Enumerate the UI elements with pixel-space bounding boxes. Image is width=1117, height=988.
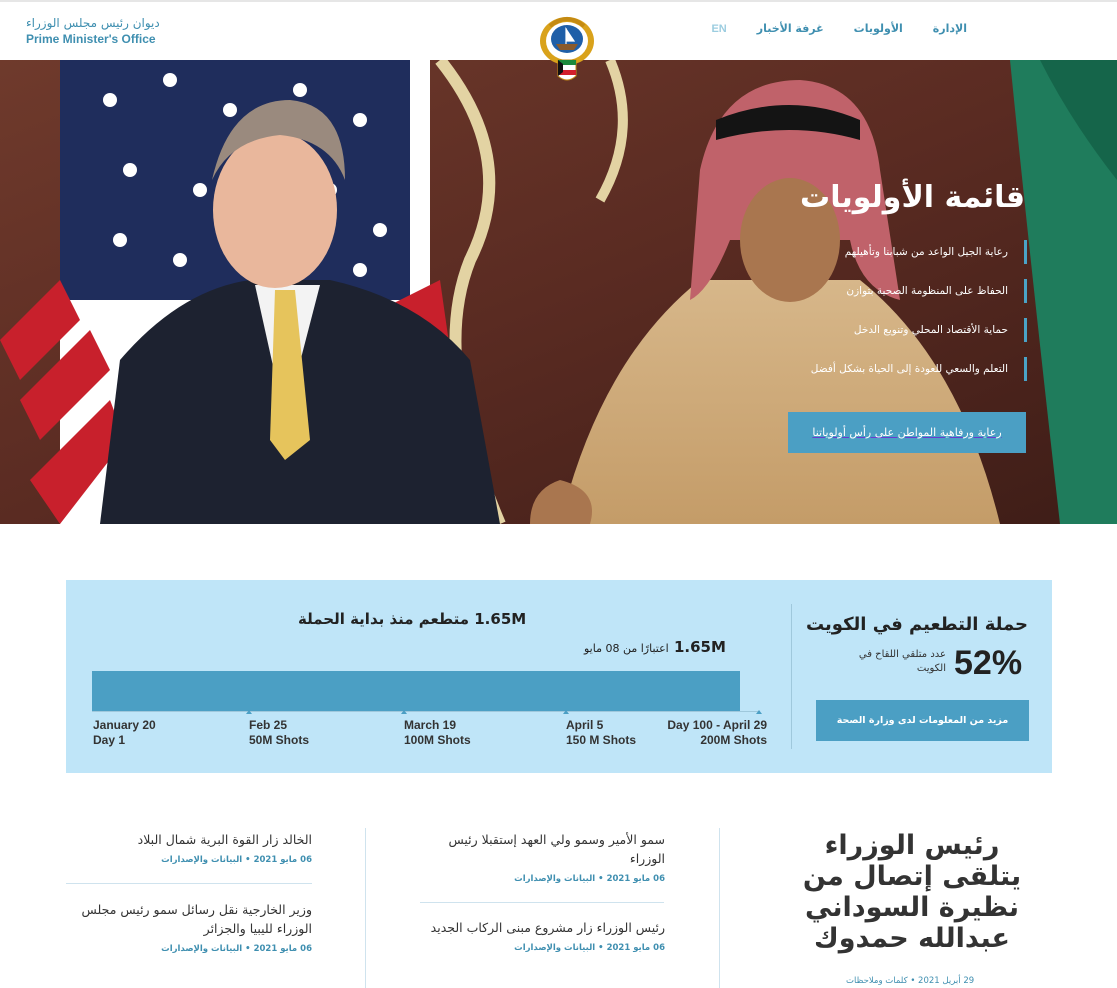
news-divider bbox=[365, 828, 366, 988]
featured-news-title[interactable]: رئيس الوزراء يتلقى إتصال من نظيرة السودا… bbox=[802, 830, 1022, 954]
as-of-text: اعتبارًا من 08 مايو bbox=[584, 642, 669, 655]
news-item[interactable]: سمو الأمير وسمو ولي العهد إستقبلا رئيس ا… bbox=[420, 830, 665, 884]
priorities-title: قائمة الأولويات bbox=[800, 180, 1025, 215]
vaccination-panel: حملة التطعيم في الكويت 52% عدد متلقي الل… bbox=[66, 580, 1052, 773]
milestone-200m: Day 100 - April 29 200M Shots bbox=[667, 718, 767, 747]
news-title: سمو الأمير وسمو ولي العهد إستقبلا رئيس ا… bbox=[448, 832, 665, 866]
panel-divider bbox=[791, 604, 792, 749]
featured-news-meta: 29 أبريل 2021 • كلمات وملاحظات bbox=[846, 976, 975, 986]
news-title: رئيس الوزراء زار مشروع مبنى الركاب الجدي… bbox=[430, 920, 665, 935]
vaccination-progress-bar bbox=[92, 671, 760, 712]
language-toggle[interactable]: EN bbox=[711, 23, 726, 35]
vaccination-title: حملة التطعيم في الكويت bbox=[805, 614, 1028, 635]
progress-axis bbox=[92, 711, 760, 712]
brand-logo-text[interactable]: ديوان رئيس مجلس الوزراء Prime Minister's… bbox=[26, 15, 160, 47]
priority-item: رعاية الجيل الواعد من شبابنا وتأهيلهم bbox=[707, 240, 1027, 264]
as-of-value: 1.65M bbox=[673, 638, 726, 656]
nav-item-administration[interactable]: الإدارة bbox=[933, 22, 967, 35]
milestone-marker bbox=[563, 710, 569, 714]
news-meta: 06 مايو 2021 • البيانات والإصدارات bbox=[514, 943, 665, 953]
milestone-marker bbox=[401, 710, 407, 714]
news-item[interactable]: رئيس الوزراء زار مشروع مبنى الركاب الجدي… bbox=[420, 918, 665, 953]
progress-fill bbox=[92, 671, 740, 711]
news-divider bbox=[719, 828, 720, 988]
ministry-health-button[interactable]: مزيد من المعلومات لدى وزارة الصحة bbox=[816, 700, 1029, 741]
vaccinated-headline: 1.65M متطعم منذ بداية الحملة bbox=[298, 610, 527, 628]
vaccination-percent: 52% bbox=[954, 644, 1023, 682]
priority-item: التعلم والسعي للعودة إلى الحياة بشكل أفض… bbox=[707, 357, 1027, 381]
priority-item: الحفاظ على المنظومة الصحية بتوازن bbox=[707, 279, 1027, 303]
kuwait-emblem-icon[interactable] bbox=[536, 14, 598, 84]
brand-name-arabic: ديوان رئيس مجلس الوزراء bbox=[26, 16, 160, 30]
news-title: الخالد زار القوة البرية شمال البلاد bbox=[137, 832, 312, 847]
milestone-150m: April 5 150 M Shots bbox=[566, 718, 637, 747]
as-of-label: 1.65M اعتبارًا من 08 مايو bbox=[584, 638, 726, 656]
news-title: وزير الخارجية نقل رسائل سمو رئيس مجلس ال… bbox=[81, 902, 312, 936]
priority-item: حماية الأقتصاد المحلي وتنويع الدخل bbox=[707, 318, 1027, 342]
nav-item-priorities[interactable]: الأولويات bbox=[854, 22, 903, 35]
milestone-marker bbox=[246, 710, 252, 714]
news-separator bbox=[66, 883, 312, 884]
news-item[interactable]: وزير الخارجية نقل رسائل سمو رئيس مجلس ال… bbox=[66, 900, 312, 954]
milestone-100m: March 19 100M Shots bbox=[404, 718, 471, 747]
vaccination-percent-label: عدد متلقي اللقاح في الكويت bbox=[858, 649, 946, 674]
priorities-list: رعاية الجيل الواعد من شبابنا وتأهيلهم ال… bbox=[707, 240, 1027, 396]
news-separator bbox=[420, 902, 664, 903]
news-meta: 06 مايو 2021 • البيانات والإصدارات bbox=[161, 944, 312, 954]
nav-item-newsroom[interactable]: غرفة الأخبار bbox=[757, 22, 824, 35]
milestone-day1: January 20 Day 1 bbox=[93, 718, 156, 747]
hero-priorities-button[interactable]: رعاية ورفاهية المواطن على رأس أولوياتنا bbox=[788, 412, 1026, 453]
brand-name-english: Prime Minister's Office bbox=[26, 32, 156, 46]
news-meta: 06 مايو 2021 • البيانات والإصدارات bbox=[514, 874, 665, 884]
milestone-50m: Feb 25 50M Shots bbox=[249, 718, 310, 747]
milestone-marker bbox=[756, 710, 762, 714]
news-meta: 06 مايو 2021 • البيانات والإصدارات bbox=[161, 855, 312, 865]
news-item[interactable]: الخالد زار القوة البرية شمال البلاد 06 م… bbox=[66, 830, 312, 865]
main-nav: EN غرفة الأخبار الأولويات الإدارة bbox=[681, 22, 967, 35]
hero-banner: قائمة الأولويات رعاية الجيل الواعد من شب… bbox=[0, 60, 1117, 524]
